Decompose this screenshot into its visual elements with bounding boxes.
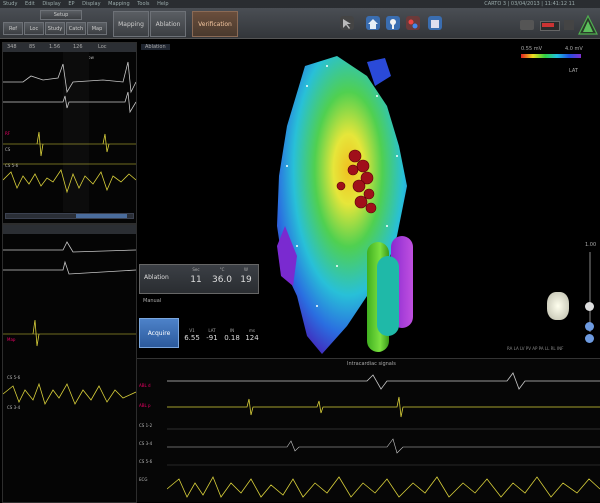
electroanatomic-map-view[interactable]: Ablation 0.55 mV 4.0 mV LAT Ablation Sec… bbox=[137, 42, 600, 356]
view-chip[interactable]: LL bbox=[545, 346, 549, 351]
menu-item[interactable]: Edit bbox=[25, 1, 35, 7]
channel-label: ABL d bbox=[139, 383, 151, 388]
ecg-panel-top: 348 85 1.56 126 Loc ECG window RF CS CS … bbox=[2, 42, 137, 224]
color-scale-bar bbox=[521, 54, 581, 58]
menu-item[interactable]: EP bbox=[68, 1, 74, 7]
stage-mapping-button[interactable]: Mapping bbox=[113, 11, 149, 37]
panel-header: 348 85 1.56 126 Loc bbox=[3, 43, 136, 52]
tool-pin-icon[interactable] bbox=[386, 16, 400, 30]
panel-header bbox=[3, 225, 136, 234]
setup-catch-button[interactable]: Catch bbox=[66, 22, 86, 35]
view-chip[interactable]: LV bbox=[520, 346, 525, 351]
tool-home-icon[interactable] bbox=[366, 16, 380, 30]
acquire-label: V1 bbox=[189, 328, 195, 333]
stat-value: 85 bbox=[29, 44, 36, 50]
ecg-panel-bottom: Map CS 5-6 CS 3-4 bbox=[2, 224, 137, 503]
acquire-value: 124 bbox=[245, 334, 259, 342]
stat-value: Loc bbox=[98, 44, 107, 50]
scale-min-label: 0.55 mV bbox=[521, 46, 543, 52]
setup-label: Setup bbox=[40, 10, 82, 20]
warning-icon bbox=[578, 14, 598, 36]
acquire-label: IN bbox=[229, 328, 235, 333]
ablation-title: Ablation bbox=[144, 274, 169, 281]
lat-label: LAT bbox=[569, 68, 578, 74]
channel-label: ECG bbox=[139, 477, 148, 482]
signals-panel: Intracardiac signals ABL d ABL p CS 1-2 … bbox=[137, 358, 600, 502]
stat-value: 126 bbox=[73, 44, 83, 50]
scale-max-label: 4.0 mV bbox=[565, 46, 583, 52]
menu-item[interactable]: Tools bbox=[137, 1, 149, 7]
battery-icon bbox=[540, 21, 560, 31]
setup-loc-button[interactable]: Loc bbox=[24, 22, 44, 35]
ablation-time-label: Sec bbox=[192, 267, 200, 272]
ablation-power-label: W bbox=[244, 267, 248, 272]
setup-study-button[interactable]: Study bbox=[45, 22, 65, 35]
tool-cursor-icon[interactable] bbox=[340, 16, 354, 30]
panel-scrollbar[interactable] bbox=[5, 213, 134, 219]
signal-traces bbox=[167, 372, 600, 498]
heart-3d-map[interactable] bbox=[267, 46, 447, 358]
ablation-readout: Ablation Sec °C W 11 36.0 19 bbox=[139, 264, 259, 294]
menu-item[interactable]: Help bbox=[157, 1, 168, 7]
ecg-traces-top bbox=[3, 52, 136, 212]
map-header: Ablation bbox=[141, 44, 170, 50]
zoom-out-icon[interactable] bbox=[585, 334, 594, 343]
setup-ref-button[interactable]: Ref bbox=[3, 22, 23, 35]
stage-ablation-button[interactable]: Ablation bbox=[150, 11, 186, 37]
menu-item[interactable]: Study bbox=[3, 1, 17, 7]
view-chip[interactable]: INF bbox=[557, 346, 563, 351]
tool-snapshot-icon[interactable] bbox=[428, 16, 442, 30]
zoom-slider-track[interactable] bbox=[589, 252, 591, 332]
view-chip[interactable]: RA bbox=[507, 346, 512, 351]
menu-item[interactable]: Mapping bbox=[108, 1, 129, 7]
view-chip[interactable]: RL bbox=[551, 346, 556, 351]
zoom-in-icon[interactable] bbox=[585, 322, 594, 331]
setup-map-button[interactable]: Map bbox=[87, 22, 107, 35]
toolbar: Setup Ref Loc Study Catch Map Mapping Ab… bbox=[0, 8, 600, 39]
view-chip[interactable]: AP bbox=[532, 346, 537, 351]
ablation-temp-label: °C bbox=[219, 267, 225, 272]
acquire-value: 0.18 bbox=[224, 334, 240, 342]
ablation-time-value: 11 bbox=[190, 275, 202, 285]
channel-label: CS 1-2 bbox=[139, 423, 153, 428]
channel-label: ABL p bbox=[139, 403, 151, 408]
catheter-icon bbox=[520, 20, 534, 30]
view-chip[interactable]: PV bbox=[526, 346, 531, 351]
status-text: CARTO 3 | 03/04/2013 | 11:41:12 11 bbox=[484, 1, 575, 7]
tool-tag-icon[interactable] bbox=[406, 16, 420, 30]
view-chip[interactable]: LA bbox=[514, 346, 519, 351]
manual-label: Manual bbox=[143, 298, 162, 304]
channel-label: CS 5-6 bbox=[139, 459, 153, 464]
stat-value: 1.56 bbox=[49, 44, 61, 50]
orientation-icon bbox=[547, 292, 569, 320]
ablation-power-value: 19 bbox=[240, 275, 252, 285]
stage-verification-button[interactable]: Verification bbox=[192, 11, 238, 37]
zoom-slider-thumb[interactable] bbox=[585, 302, 594, 311]
menu-item[interactable]: Display bbox=[42, 1, 60, 7]
zoom-max-label: 1.00 bbox=[585, 242, 597, 248]
stat-value: 348 bbox=[7, 44, 17, 50]
acquire-value: -91 bbox=[206, 334, 218, 342]
view-chips: RA LA LV PV AP PA LL RL INF bbox=[507, 346, 563, 351]
acquire-button[interactable]: Acquire bbox=[139, 318, 179, 348]
acquire-value: 6.55 bbox=[184, 334, 200, 342]
menu-item[interactable]: Display bbox=[82, 1, 100, 7]
view-chip[interactable]: PA bbox=[539, 346, 544, 351]
ablation-temp-value: 36.0 bbox=[211, 275, 233, 285]
acquire-label: ms bbox=[249, 328, 255, 333]
device-icon bbox=[564, 20, 574, 30]
channel-label: CS 3-4 bbox=[139, 441, 153, 446]
acquire-label: LAT bbox=[208, 328, 216, 333]
ecg-traces-bottom bbox=[3, 241, 136, 406]
menu-bar: Study Edit Display EP Display Mapping To… bbox=[0, 0, 600, 8]
